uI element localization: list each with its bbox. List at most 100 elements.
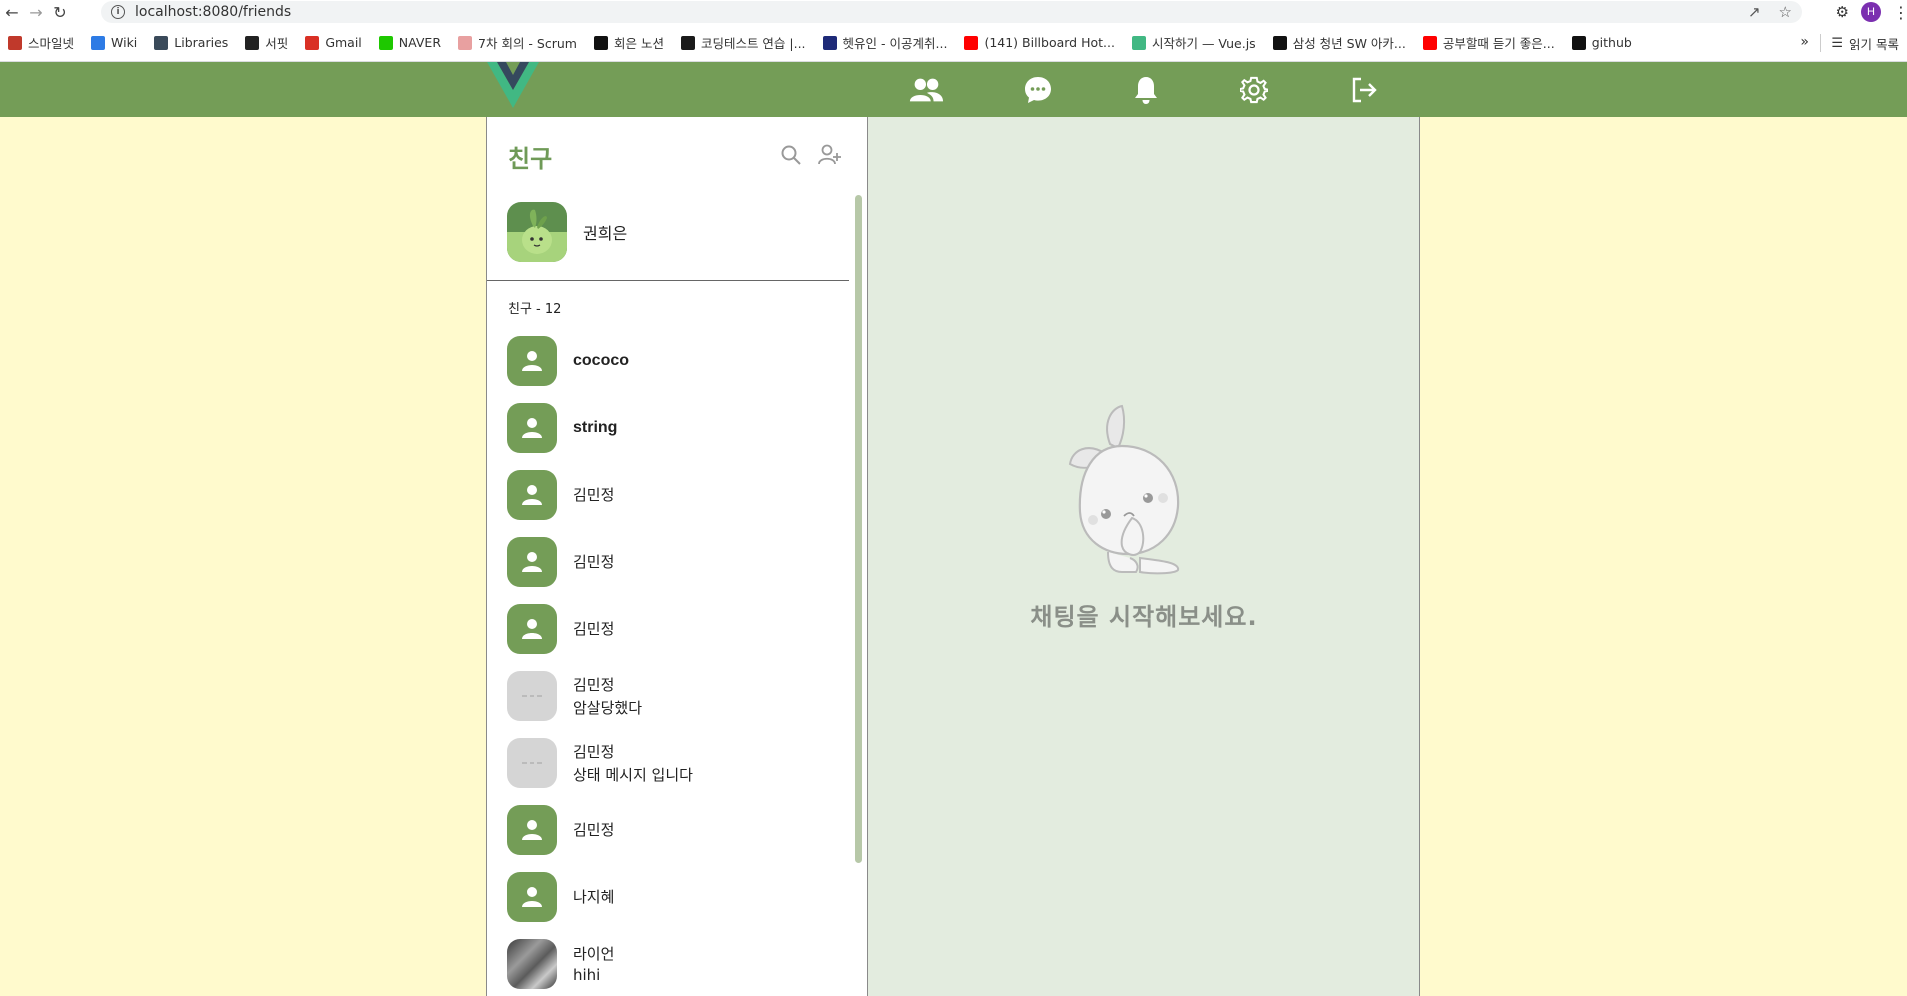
share-icon[interactable]: ↗ (1748, 3, 1761, 21)
bookmark-label: 시작하기 — Vue.js (1151, 36, 1256, 51)
reading-list-button[interactable]: ☰ 읽기 목록 (1831, 24, 1899, 62)
friend-name: 김민정 (573, 486, 615, 504)
bookmark-label: Gmail (325, 35, 362, 50)
bookmark-favicon-icon (458, 35, 473, 50)
bookmark-item[interactable]: NAVER (378, 35, 442, 50)
friend-row[interactable]: 김민정 (507, 595, 847, 662)
bookmark-item[interactable]: 시작하기 — Vue.js (1131, 33, 1256, 52)
bookmark-favicon-icon (822, 35, 837, 50)
friend-name: 김민정 (573, 620, 615, 638)
friend-row[interactable]: 김민정암살당했다 (507, 662, 847, 729)
bell-nav-icon[interactable] (1128, 74, 1164, 106)
search-icon[interactable] (780, 144, 802, 166)
bookmark-favicon-icon (1571, 35, 1586, 50)
bookmark-item[interactable]: 삼성 청년 SW 아카... (1272, 33, 1406, 52)
friend-status-message: hihi (573, 966, 601, 984)
friend-avatar-icon (507, 804, 557, 855)
friend-row[interactable]: 라이언 hihi (507, 930, 847, 996)
bookmark-favicon-icon (245, 35, 260, 50)
friend-status-message: 암살당했다 (573, 698, 643, 717)
friend-name: string (573, 418, 618, 436)
friend-name: 나지혜 (573, 888, 615, 906)
bookmark-label: 코딩테스트 연습 |... (700, 36, 806, 51)
browser-toolbar: ← → ↻ i localhost:8080/friends ↗ ☆ ⚙ H ⋮ (0, 0, 1907, 24)
bookmark-favicon-icon (1131, 35, 1146, 50)
friends-title: 친구 (508, 145, 553, 173)
friends-count-label: 친구 - 12 (508, 302, 562, 317)
back-icon[interactable]: ← (0, 0, 24, 24)
bookmarks-bar: 스마일넷 Wiki Libraries 서핏 Gmail NAVER 7차 회의 - Scr… (0, 24, 1907, 62)
add-friend-icon[interactable] (817, 144, 841, 166)
friend-name: 김민정 (573, 675, 615, 694)
bookmark-item[interactable]: 회은 노션 (593, 33, 664, 52)
friend-row[interactable]: 김민정 상태 메시지 입니다 (507, 729, 847, 796)
bookmarks-more-button[interactable]: » (1800, 34, 1809, 50)
friend-avatar-icon (507, 871, 557, 922)
bookmark-item[interactable]: github (1571, 35, 1632, 50)
settings-nav-icon[interactable] (1236, 74, 1272, 106)
bookmark-item[interactable]: Gmail (305, 35, 362, 50)
forward-icon[interactable]: → (24, 0, 48, 24)
menu-kebab-icon[interactable]: ⋮ (1893, 3, 1907, 22)
friend-row[interactable]: cococo (507, 327, 847, 394)
extensions-icon[interactable]: ⚙ (1836, 3, 1849, 21)
bookmark-item[interactable]: 스마일넷 (8, 33, 74, 52)
empty-chat-message: 채팅을 시작해보세요. (1030, 603, 1258, 631)
reading-list-icon: ☰ (1831, 35, 1844, 51)
bookmark-item[interactable]: 서핏 (245, 33, 288, 52)
friend-row[interactable]: string (507, 394, 847, 461)
bookmark-favicon-icon (680, 35, 695, 50)
bookmark-label: 스마일넷 (28, 36, 75, 51)
friend-row[interactable]: 김민정 (507, 796, 847, 863)
friend-avatar-icon (507, 335, 557, 386)
my-name: 권희은 (583, 224, 628, 243)
friend-avatar-icon (507, 603, 557, 654)
friends-scrollbar[interactable] (855, 195, 862, 863)
bookmark-label: 7차 회의 - Scrum (478, 36, 577, 51)
friend-row[interactable]: 나지혜 (507, 863, 847, 930)
profile-avatar[interactable]: H (1861, 2, 1881, 22)
address-bar[interactable]: i localhost:8080/friends ↗ ☆ (101, 1, 1802, 23)
mascot-illustration (1068, 404, 1180, 575)
friends-panel: 친구 권희은 친구 - 12 cococo string 김민정 김민정 김민정 김민정 암… (486, 117, 868, 996)
friend-avatar-icon (507, 402, 557, 453)
bookmark-label: Libraries (174, 35, 229, 50)
chat-nav-icon[interactable] (1020, 74, 1056, 106)
logout-nav-icon[interactable] (1346, 74, 1382, 106)
bookmark-label: 공부할때 듣기 좋은... (1442, 36, 1555, 51)
bookmark-label: github (1591, 35, 1632, 50)
bookmark-item[interactable]: 헷유인 - 이공계취... (822, 33, 947, 52)
bookmark-favicon-icon (305, 35, 320, 50)
bookmark-item[interactable]: Wiki (91, 35, 137, 50)
chat-panel: 채팅을 시작해보세요. (868, 117, 1420, 996)
app-header (0, 62, 1907, 117)
friend-photo-avatar (507, 938, 557, 989)
bookmark-star-icon[interactable]: ☆ (1779, 3, 1792, 21)
friend-list: cococo string 김민정 김민정 김민정 김민정 암살당했다 김민정 상태 메시지 입… (507, 327, 847, 996)
friend-name: 김민정 (573, 553, 615, 571)
bookmark-item[interactable]: 7차 회의 - Scrum (458, 33, 577, 52)
bookmark-item[interactable]: 공부할때 듣기 좋은... (1422, 33, 1555, 52)
bookmark-label: 서핏 (265, 36, 289, 51)
bookmark-favicon-icon (1272, 35, 1287, 50)
friend-row[interactable]: 김민정 (507, 528, 847, 595)
bookmark-favicon-icon (964, 35, 979, 50)
friend-name: 김민정 (573, 821, 615, 839)
my-profile-row[interactable]: 권희은 (507, 200, 847, 264)
my-avatar (507, 202, 567, 262)
site-info-icon[interactable]: i (111, 5, 125, 19)
friend-row[interactable]: 김민정 (507, 461, 847, 528)
bookmark-item[interactable]: Libraries (154, 35, 228, 50)
bookmark-item[interactable]: 코딩테스트 연습 |... (680, 33, 806, 52)
reading-list-label: 읽기 목록 (1849, 36, 1899, 52)
friends-nav-icon[interactable] (908, 74, 944, 106)
friend-name: 라이언 (573, 945, 615, 963)
profile-divider (487, 280, 849, 281)
friend-name: cococo (573, 351, 630, 369)
friend-status-message: 상태 메시지 입니다 (573, 765, 693, 784)
reload-icon[interactable]: ↻ (48, 0, 72, 24)
url-text[interactable]: localhost:8080/friends (135, 4, 291, 20)
bookmark-item[interactable]: (141) Billboard Hot... (964, 35, 1115, 50)
bookmark-label: (141) Billboard Hot... (984, 35, 1115, 50)
bookmark-label: NAVER (398, 35, 442, 50)
